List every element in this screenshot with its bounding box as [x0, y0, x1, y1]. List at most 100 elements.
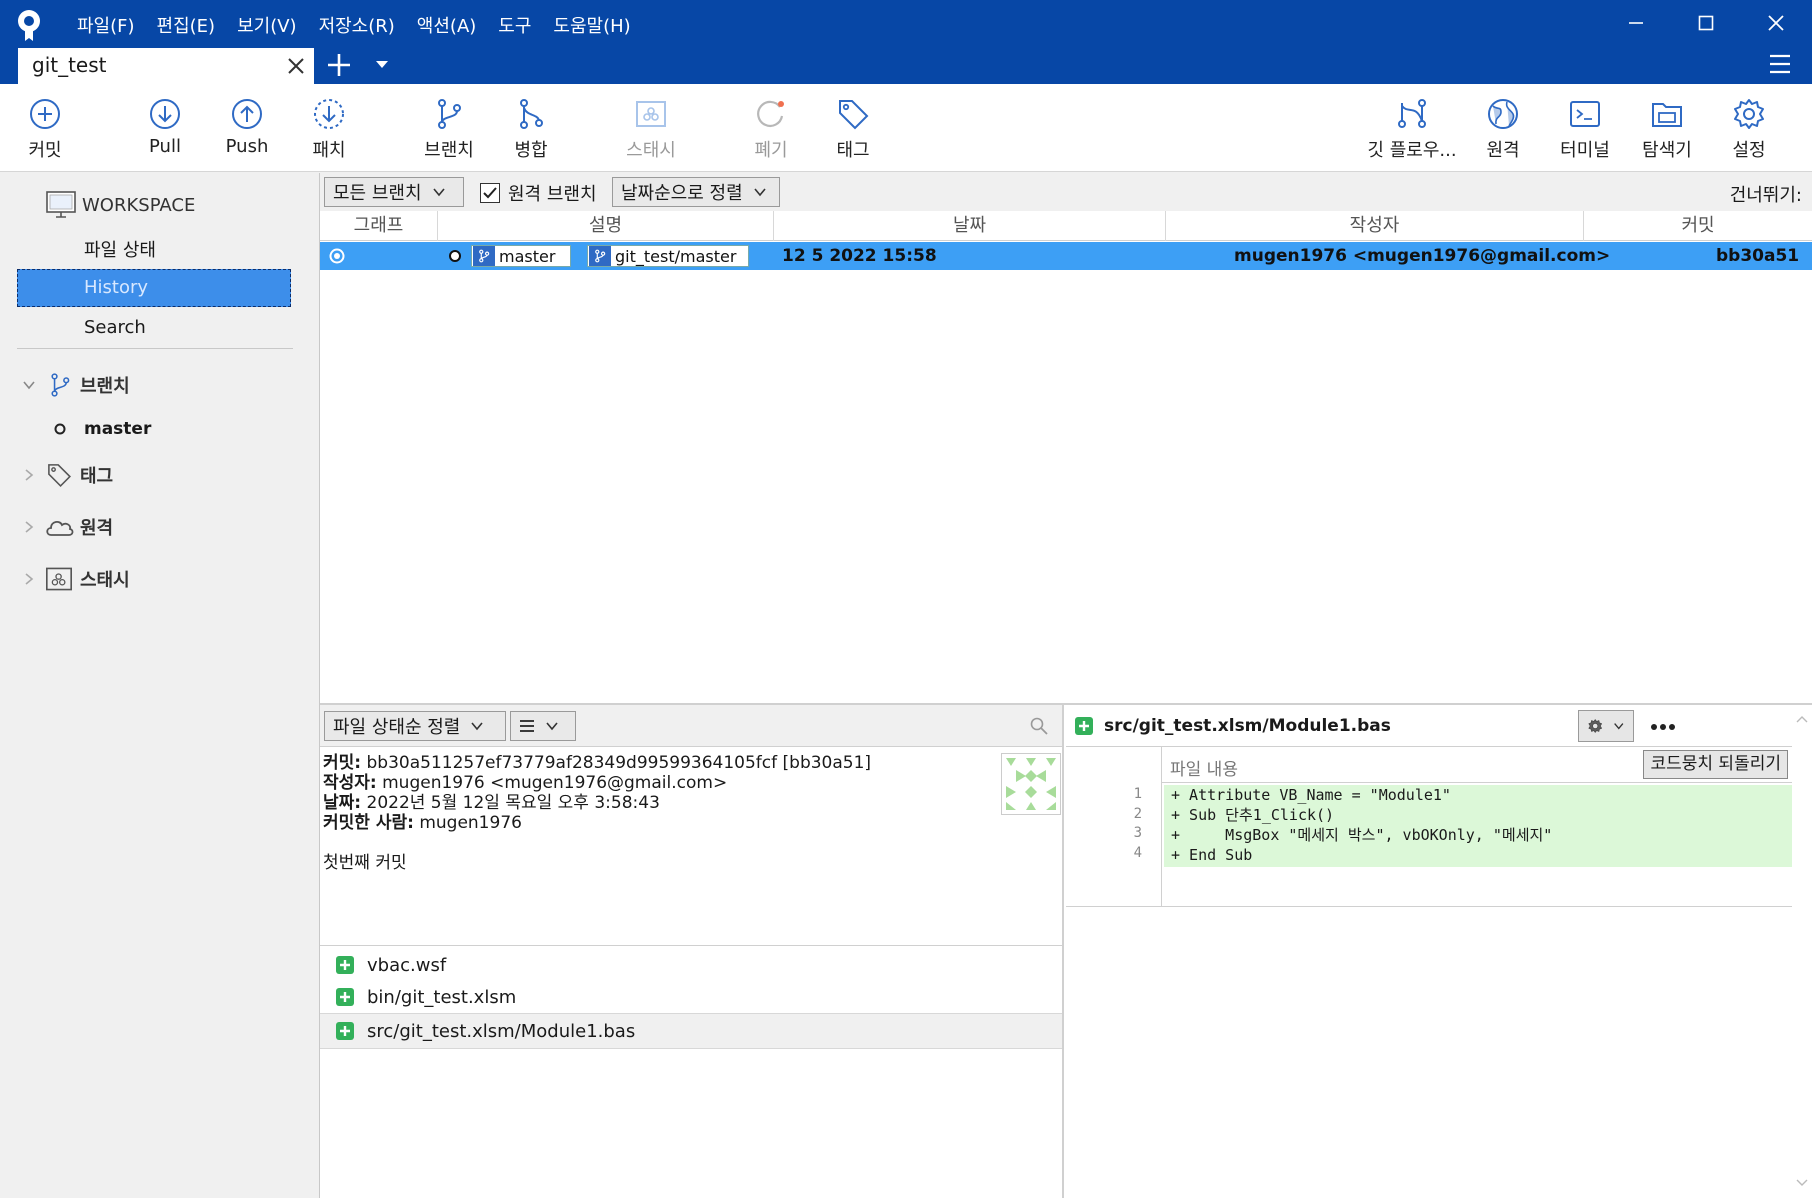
commit-button[interactable]: 커밋	[0, 96, 90, 162]
diff-file-path: src/git_test.xlsm/Module1.bas	[1104, 716, 1391, 736]
sidebar-section-branches[interactable]: 브랜치	[0, 367, 320, 403]
column-description[interactable]: 설명	[438, 211, 774, 241]
file-row[interactable]: vbac.wsf	[320, 947, 1062, 983]
terminal-button[interactable]: 터미널	[1540, 96, 1630, 162]
tab-close-icon[interactable]	[286, 56, 306, 76]
folder-icon	[1652, 103, 1682, 127]
close-window-button[interactable]	[1748, 6, 1804, 40]
patch-icon	[314, 99, 344, 129]
menu-file[interactable]: 파일(F)	[66, 10, 146, 40]
chevron-down-icon	[432, 188, 445, 197]
diff-added-line: + Sub 단추1_Click()	[1171, 806, 1335, 824]
diff-added-line: + End Sub	[1171, 846, 1253, 864]
history-label: History	[84, 277, 149, 298]
gitflow-button[interactable]: 깃 플로우...	[1364, 96, 1460, 162]
menu-tools[interactable]: 도구	[487, 10, 542, 40]
file-name: src/git_test.xlsm/Module1.bas	[367, 1020, 636, 1042]
chevron-down-icon[interactable]	[22, 378, 36, 392]
gitflow-label: 깃 플로우...	[1367, 140, 1457, 161]
scroll-down-icon[interactable]	[1796, 1179, 1808, 1187]
sidebar-item-file-status[interactable]: 파일 상태	[0, 231, 320, 267]
commit-row[interactable]: master git_test/master 12 5 2022 15:58 m…	[320, 242, 1812, 270]
column-graph[interactable]: 그래프	[320, 211, 438, 241]
diff-options-dropdown[interactable]	[1578, 710, 1634, 742]
sidebar-section-tags[interactable]: 태그	[0, 457, 320, 493]
patch-label: 패치	[312, 140, 346, 161]
menu-repository[interactable]: 저장소(R)	[308, 10, 406, 40]
file-row-selected[interactable]: src/git_test.xlsm/Module1.bas	[320, 1013, 1062, 1049]
chevron-right-icon[interactable]	[22, 520, 36, 534]
merge-button[interactable]: 병합	[486, 96, 576, 162]
remote-branches-checkbox[interactable]: 원격 브랜치	[480, 180, 597, 206]
file-sort-dropdown[interactable]: 파일 상태순 정렬	[324, 711, 506, 741]
menu-view[interactable]: 보기(V)	[226, 10, 307, 40]
explorer-label: 탐색기	[1642, 140, 1692, 161]
local-branch-tag[interactable]: master	[471, 245, 571, 267]
tag-icon	[48, 464, 71, 487]
changed-files-list: vbac.wsf bin/git_test.xlsm src/git_test.…	[320, 945, 1062, 1198]
sidebar-item-search[interactable]: Search	[0, 309, 320, 345]
file-status-label: 파일 상태	[84, 240, 156, 261]
discard-label: 폐기	[754, 140, 788, 161]
details-toolbar: 파일 상태순 정렬	[320, 705, 1062, 747]
column-date[interactable]: 날짜	[774, 211, 1166, 241]
hamburger-menu-icon[interactable]	[1768, 53, 1792, 75]
scroll-up-icon[interactable]	[1796, 715, 1808, 723]
sort-order-dropdown[interactable]: 날짜순으로 정렬	[612, 177, 780, 207]
stash-button[interactable]: 스태시	[606, 96, 696, 162]
minimize-icon	[1629, 22, 1643, 24]
remotes-label: 원격	[80, 518, 114, 539]
minimize-button[interactable]	[1608, 6, 1664, 40]
file-name: bin/git_test.xlsm	[367, 986, 517, 1008]
column-author[interactable]: 작성자	[1166, 211, 1584, 241]
file-row[interactable]: bin/git_test.xlsm	[320, 979, 1062, 1015]
menu-actions[interactable]: 액션(A)	[406, 10, 487, 40]
add-tab-icon[interactable]	[326, 52, 352, 78]
remote-branch-tag[interactable]: git_test/master	[587, 245, 749, 267]
tab-list-dropdown-icon[interactable]	[374, 58, 390, 72]
commit-graph-node-icon	[329, 248, 345, 264]
column-commit[interactable]: 커밋	[1584, 211, 1812, 241]
sidebar-item-branch-master[interactable]: master	[0, 411, 320, 447]
branch-master-label: master	[84, 419, 152, 439]
more-options-icon[interactable]	[1650, 723, 1676, 731]
commit-details-pane: 파일 상태순 정렬 커밋: bb30a511257ef73779af28349d…	[320, 705, 1064, 1198]
branch-filter-dropdown[interactable]: 모든 브랜치	[324, 177, 464, 207]
tag-icon	[839, 100, 869, 130]
view-mode-dropdown[interactable]	[510, 711, 576, 741]
chevron-right-icon[interactable]	[22, 468, 36, 482]
author-value: mugen1976 <mugen1976@gmail.com>	[382, 773, 728, 793]
branch-icon	[589, 246, 611, 266]
push-label: Push	[225, 136, 269, 157]
revert-hunk-button[interactable]: 코드뭉치 되돌리기	[1643, 750, 1788, 779]
branch-button[interactable]: 브랜치	[404, 96, 494, 162]
menu-help[interactable]: 도움말(H)	[542, 10, 641, 40]
maximize-button[interactable]	[1678, 6, 1734, 40]
patch-button[interactable]: 패치	[284, 96, 374, 162]
pull-button[interactable]: Pull	[120, 96, 210, 157]
diff-scrollbar[interactable]	[1792, 705, 1812, 1198]
repo-tab[interactable]: git_test	[18, 48, 314, 84]
sidebar-section-stashes[interactable]: 스태시	[0, 561, 320, 597]
discard-button[interactable]: 폐기	[726, 96, 816, 162]
settings-button[interactable]: 설정	[1704, 96, 1794, 162]
menu-edit[interactable]: 편집(E)	[146, 10, 227, 40]
file-added-icon	[336, 1022, 354, 1040]
chevron-down-icon	[754, 188, 766, 197]
tag-button[interactable]: 태그	[808, 96, 898, 162]
sidebar-item-history[interactable]: History	[17, 269, 291, 307]
head-circle-icon	[449, 250, 461, 262]
explorer-button[interactable]: 탐색기	[1622, 96, 1712, 162]
checkbox-box[interactable]	[480, 183, 500, 203]
maximize-icon	[1698, 15, 1714, 31]
branch-icon	[438, 99, 461, 129]
remote-button[interactable]: 원격	[1458, 96, 1548, 162]
list-view-icon	[520, 720, 534, 732]
search-icon[interactable]	[1029, 716, 1049, 736]
diff-line-gutter: 1 2 3 4	[1066, 747, 1162, 907]
push-button[interactable]: Push	[202, 96, 292, 157]
chevron-right-icon[interactable]	[22, 572, 36, 586]
file-added-icon	[336, 988, 354, 1006]
sidebar-section-remotes[interactable]: 원격	[0, 509, 320, 545]
diff-hunk: 1 2 3 4 파일 내용 코드뭉치 되돌리기 + Attribute VB_N…	[1066, 747, 1792, 907]
